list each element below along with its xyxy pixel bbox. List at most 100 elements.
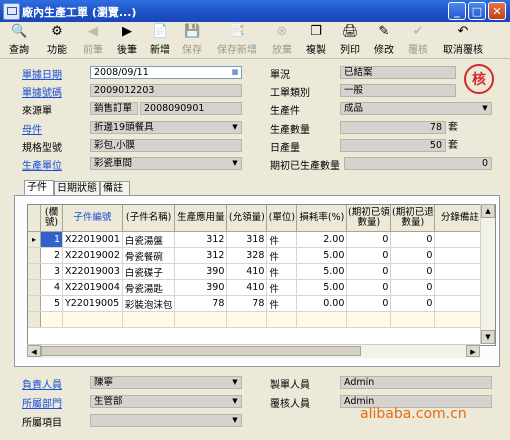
cell-seq[interactable]: 4 [40, 279, 63, 296]
cell-remark[interactable] [434, 247, 486, 264]
cell-remark[interactable] [434, 231, 486, 248]
query-button[interactable]: 🔍 查詢 [4, 24, 34, 56]
col-header-remark[interactable]: 分錄備註 [434, 205, 486, 232]
chevron-down-icon[interactable]: ▼ [229, 415, 241, 426]
chevron-down-icon[interactable]: ▼ [479, 103, 491, 114]
product-select[interactable]: 成品 ▼ [340, 102, 492, 115]
order-no-label[interactable]: 單據號碼 [22, 84, 62, 99]
cell-seq[interactable]: 2 [40, 247, 63, 264]
qty-field[interactable]: 78 [340, 121, 446, 134]
table-row[interactable]: 3 X22019003 白瓷碟子 390 410 件 5.00 0 0 [28, 263, 486, 280]
spec-field[interactable]: 彩包,小膜 [90, 139, 242, 152]
col-header-allow-qty[interactable]: (允領量) [226, 205, 268, 232]
cell-part-no[interactable]: X22019004 [62, 279, 123, 296]
col-header-loss-rate[interactable]: 損耗率(%) [296, 205, 348, 232]
minimize-button[interactable]: _ [448, 2, 466, 20]
cell-remark[interactable] [434, 279, 486, 296]
cell-init-issued[interactable]: 0 [346, 295, 392, 312]
cell-seq[interactable]: 5 [40, 295, 63, 312]
cell-seq[interactable]: 3 [40, 263, 63, 280]
cell-init-issued[interactable]: 0 [346, 247, 392, 264]
cell-init-issued[interactable]: 0 [346, 231, 392, 248]
maker-field[interactable]: Admin [340, 376, 492, 389]
review-button[interactable]: ✔ 覆核 [404, 24, 432, 56]
save-and-new-button[interactable]: 📑 保存新增 [212, 24, 262, 56]
table-row[interactable]: ▸ 1 X22019001 白瓷湯盤 312 318 件 2.00 0 0 [28, 231, 486, 248]
calendar-icon[interactable]: ▦ [229, 67, 241, 78]
cell-part-name[interactable]: 彩裝泡沫包 [122, 295, 176, 312]
grid-vertical-scrollbar[interactable]: ▲ ▼ [480, 204, 495, 344]
table-row[interactable]: 5 Y22019005 彩裝泡沫包 78 78 件 0.00 0 0 [28, 295, 486, 312]
chevron-down-icon[interactable]: ▼ [229, 377, 241, 388]
type-field[interactable]: 一般 [340, 84, 456, 97]
cell-init-returned[interactable]: 0 [390, 263, 436, 280]
scroll-down-icon[interactable]: ▼ [481, 330, 495, 344]
previous-record-button[interactable]: ◀ 前筆 [78, 24, 108, 56]
order-date-field[interactable]: 2008/09/11 ▦ [90, 66, 242, 79]
maximize-button[interactable]: □ [468, 2, 486, 20]
tab-date-status[interactable]: 日期狀態 [54, 181, 100, 195]
cell-init-returned[interactable]: 0 [390, 295, 436, 312]
table-row[interactable]: 2 X22019002 骨瓷餐碗 312 328 件 5.00 0 0 [28, 247, 486, 264]
discard-button[interactable]: ⊗ 放棄 [268, 24, 296, 56]
cell-req-qty[interactable]: 390 [174, 263, 228, 280]
cell-req-qty[interactable]: 312 [174, 231, 228, 248]
col-header-seq[interactable]: (欄號) [40, 205, 63, 232]
initial-field[interactable]: 0 [344, 157, 492, 170]
cell-part-name[interactable]: 骨瓷湯匙 [122, 279, 176, 296]
col-header-unit[interactable]: (單位) [266, 205, 298, 232]
col-header-part-no[interactable]: 子件編號 [62, 205, 123, 232]
cell-unit[interactable]: 件 [266, 295, 298, 312]
cell-loss-rate[interactable]: 0.00 [296, 295, 348, 312]
unit-label[interactable]: 生產單位 [22, 157, 62, 172]
chevron-down-icon[interactable]: ▼ [229, 396, 241, 407]
cell-allow-qty[interactable]: 78 [226, 295, 268, 312]
cell-seq[interactable]: 1 [40, 231, 63, 248]
order-date-label[interactable]: 單據日期 [22, 66, 62, 81]
cell-allow-qty[interactable]: 410 [226, 279, 268, 296]
cell-part-no[interactable]: X22019002 [62, 247, 123, 264]
cell-req-qty[interactable]: 78 [174, 295, 228, 312]
cell-part-name[interactable]: 骨瓷餐碗 [122, 247, 176, 264]
part-label[interactable]: 母件 [22, 121, 42, 136]
scroll-left-icon[interactable]: ◀ [27, 345, 41, 357]
cell-req-qty[interactable]: 312 [174, 247, 228, 264]
cell-init-returned[interactable]: 0 [390, 247, 436, 264]
cell-allow-qty[interactable]: 410 [226, 263, 268, 280]
cell-remark[interactable] [434, 263, 486, 280]
edit-button[interactable]: ✎ 修改 [370, 24, 398, 56]
cell-allow-qty[interactable]: 328 [226, 247, 268, 264]
cell-init-returned[interactable]: 0 [390, 231, 436, 248]
scroll-thumb[interactable] [41, 346, 361, 356]
col-header-init-returned[interactable]: (期初已退數量) [390, 205, 436, 232]
save-button[interactable]: 💾 保存 [178, 24, 206, 56]
cell-unit[interactable]: 件 [266, 263, 298, 280]
cell-allow-qty[interactable]: 318 [226, 231, 268, 248]
next-record-button[interactable]: ▶ 後筆 [112, 24, 142, 56]
cell-init-issued[interactable]: 0 [346, 263, 392, 280]
scroll-right-icon[interactable]: ▶ [466, 345, 480, 357]
source-type-field[interactable]: 銷售訂單 [90, 102, 138, 115]
grid-horizontal-scrollbar[interactable]: ◀ ▶ [27, 344, 480, 358]
chevron-down-icon[interactable]: ▼ [229, 158, 241, 169]
cell-part-name[interactable]: 白瓷湯盤 [122, 231, 176, 248]
tab-notes[interactable]: 備註 [100, 181, 130, 195]
cell-part-no[interactable]: Y22019005 [62, 295, 123, 312]
close-button[interactable]: ✕ [488, 2, 506, 20]
dept-select[interactable]: 生管部 ▼ [90, 395, 242, 408]
cell-loss-rate[interactable]: 2.00 [296, 231, 348, 248]
part-select[interactable]: 折邊19頭餐具 ▼ [90, 121, 242, 134]
cell-loss-rate[interactable]: 5.00 [296, 263, 348, 280]
copy-button[interactable]: ❐ 複製 [302, 24, 330, 56]
dept-label[interactable]: 所屬部門 [22, 395, 62, 410]
cell-req-qty[interactable]: 390 [174, 279, 228, 296]
col-header-init-issued[interactable]: (期初已領數量) [346, 205, 392, 232]
status-field[interactable]: 已結案 [340, 66, 456, 79]
col-header-part-name[interactable]: (子件名稱) [122, 205, 176, 232]
owner-select[interactable]: 陳寧 ▼ [90, 376, 242, 389]
project-select[interactable]: ▼ [90, 414, 242, 427]
cell-init-issued[interactable]: 0 [346, 279, 392, 296]
col-header-req-qty[interactable]: 生產應用量 [174, 205, 228, 232]
cell-part-name[interactable]: 白瓷碟子 [122, 263, 176, 280]
cell-part-no[interactable]: X22019003 [62, 263, 123, 280]
